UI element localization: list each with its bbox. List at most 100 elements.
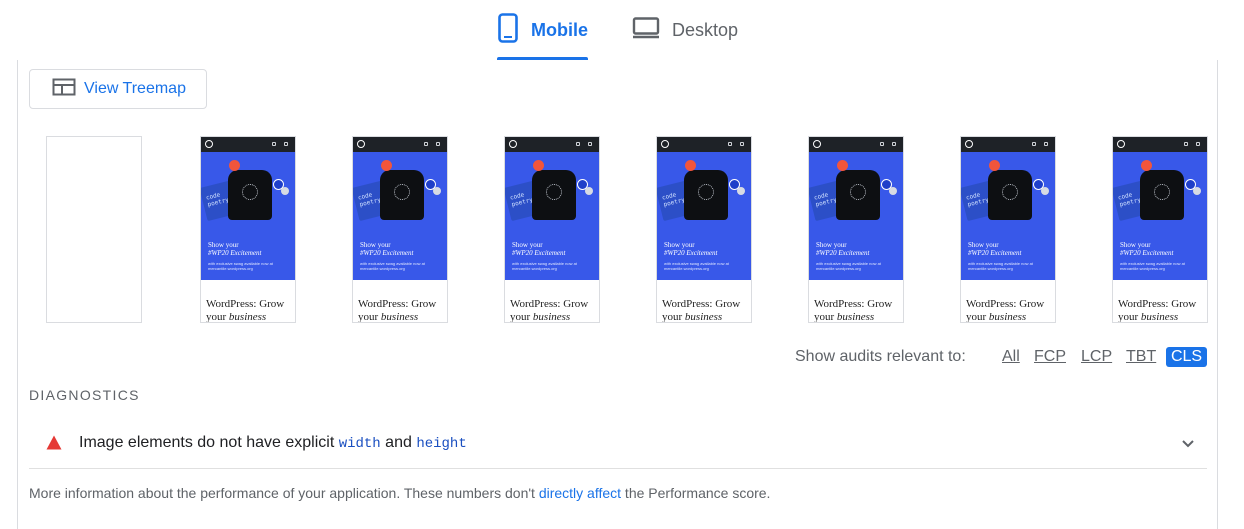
- treemap-icon: [52, 78, 76, 101]
- filmstrip-frame: code poetry Show your #WP20 Excitement w…: [504, 136, 600, 323]
- tab-desktop-label: Desktop: [672, 19, 739, 40]
- black-shirt-image: [836, 170, 880, 220]
- menu-icon: [892, 142, 896, 146]
- red-sticker: [685, 160, 696, 171]
- search-icon: [1032, 142, 1036, 146]
- wordpress-logo-icon: [1117, 140, 1125, 148]
- site-header: [201, 137, 295, 152]
- search-icon: [1184, 142, 1188, 146]
- hero-title-line1: Show your: [360, 241, 391, 249]
- filter-lcp[interactable]: LCP: [1081, 348, 1112, 366]
- filter-fcp[interactable]: FCP: [1034, 348, 1066, 366]
- hero-title-line2: #WP20 Excitement: [664, 249, 718, 257]
- hero-title-line1: Show your: [664, 241, 695, 249]
- hero-banner: code poetry Show your #WP20 Excitement w…: [961, 152, 1055, 280]
- body-line2: your business: [358, 311, 447, 323]
- ball-sticker: [281, 187, 289, 195]
- search-icon: [880, 142, 884, 146]
- frame-body-text: WordPress: Grow your business: [358, 298, 447, 323]
- view-treemap-button[interactable]: View Treemap: [29, 69, 207, 109]
- filmstrip-frame: code poetry Show your #WP20 Excitement w…: [656, 136, 752, 323]
- frame-body-text: WordPress: Grow your business: [1118, 298, 1207, 323]
- black-shirt-image: [380, 170, 424, 220]
- hero-title: Show your #WP20 Excitement: [1120, 241, 1206, 257]
- site-header: [1113, 137, 1207, 152]
- body-line2-plain: your: [1118, 311, 1141, 323]
- body-line2-italic: business: [532, 311, 571, 323]
- ball-sticker: [737, 187, 745, 195]
- hero-subtitle: with exclusive swag available now at mer…: [208, 261, 273, 271]
- black-shirt-image: [988, 170, 1032, 220]
- hero-title-line2: #WP20 Excitement: [360, 249, 414, 257]
- body-line1: WordPress: Grow: [510, 298, 589, 310]
- body-line2: your business: [206, 311, 295, 323]
- audit-image-size-attributes[interactable]: Image elements do not have explicit widt…: [29, 420, 1207, 468]
- filmstrip-frame: code poetry Show your #WP20 Excitement w…: [352, 136, 448, 323]
- directly-affect-link[interactable]: directly affect: [539, 485, 621, 501]
- frame-body-text: WordPress: Grow your business: [966, 298, 1055, 323]
- body-line1: WordPress: Grow: [358, 298, 437, 310]
- search-icon: [272, 142, 276, 146]
- site-header: [657, 137, 751, 152]
- hero-banner: code poetry Show your #WP20 Excitement w…: [809, 152, 903, 280]
- site-header: [353, 137, 447, 152]
- hero-banner: code poetry Show your #WP20 Excitement w…: [1113, 152, 1207, 280]
- shirt-emblem: [1002, 184, 1018, 200]
- filter-all[interactable]: All: [1002, 348, 1020, 366]
- body-line2: your business: [510, 311, 599, 323]
- filmstrip-frame: code poetry Show your #WP20 Excitement w…: [960, 136, 1056, 323]
- warning-triangle-icon: [46, 435, 62, 455]
- hero-title-line1: Show your: [1120, 241, 1151, 249]
- filter-tbt[interactable]: TBT: [1126, 348, 1156, 366]
- hero-subtitle: with exclusive swag available now at mer…: [512, 261, 577, 271]
- black-shirt-image: [228, 170, 272, 220]
- audit-title: Image elements do not have explicit widt…: [79, 434, 467, 452]
- hero-title-line1: Show your: [512, 241, 543, 249]
- shirt-emblem: [394, 184, 410, 200]
- hero-subtitle: with exclusive swag available now at mer…: [968, 261, 1033, 271]
- hero-subtitle: with exclusive swag available now at mer…: [1120, 261, 1185, 271]
- body-line1: WordPress: Grow: [966, 298, 1045, 310]
- red-sticker: [229, 160, 240, 171]
- menu-icon: [436, 142, 440, 146]
- hero-subtitle: with exclusive swag available now at mer…: [816, 261, 881, 271]
- filter-cls[interactable]: CLS: [1166, 347, 1207, 367]
- ball-sticker: [433, 187, 441, 195]
- chevron-down-icon[interactable]: [1181, 436, 1195, 454]
- site-header: [809, 137, 903, 152]
- footer-suffix: the Performance score.: [621, 485, 771, 501]
- hero-title-line2: #WP20 Excitement: [968, 249, 1022, 257]
- body-line2-plain: your: [358, 311, 381, 323]
- tab-mobile[interactable]: Mobile: [497, 0, 588, 60]
- frame-body-text: WordPress: Grow your business: [814, 298, 903, 323]
- hero-title: Show your #WP20 Excitement: [664, 241, 750, 257]
- diagnostics-heading: DIAGNOSTICS: [29, 387, 140, 403]
- body-line2-plain: your: [814, 311, 837, 323]
- wordpress-logo-icon: [205, 140, 213, 148]
- tab-desktop[interactable]: Desktop: [632, 0, 744, 60]
- shirt-emblem: [850, 184, 866, 200]
- body-line2-italic: business: [988, 311, 1027, 323]
- site-header: [505, 137, 599, 152]
- ball-sticker: [1193, 187, 1201, 195]
- filmstrip-frame-blank: [46, 136, 142, 323]
- menu-icon: [588, 142, 592, 146]
- body-line1: WordPress: Grow: [662, 298, 741, 310]
- shirt-emblem: [242, 184, 258, 200]
- body-line2-italic: business: [228, 311, 267, 323]
- view-treemap-label: View Treemap: [84, 80, 186, 97]
- body-line2-italic: business: [684, 311, 723, 323]
- wordpress-logo-icon: [509, 140, 517, 148]
- code-height: height: [416, 436, 467, 452]
- shirt-emblem: [1154, 184, 1170, 200]
- hero-banner: code poetry Show your #WP20 Excitement w…: [657, 152, 751, 280]
- ball-sticker: [1041, 187, 1049, 195]
- body-line2: your business: [966, 311, 1055, 323]
- hero-title: Show your #WP20 Excitement: [208, 241, 294, 257]
- filmstrip-frame: code poetry Show your #WP20 Excitement w…: [200, 136, 296, 323]
- hero-title-line2: #WP20 Excitement: [816, 249, 870, 257]
- wordpress-logo-icon: [965, 140, 973, 148]
- wordpress-logo-icon: [357, 140, 365, 148]
- frame-body-text: WordPress: Grow your business: [510, 298, 599, 323]
- smartphone-icon: [497, 12, 519, 48]
